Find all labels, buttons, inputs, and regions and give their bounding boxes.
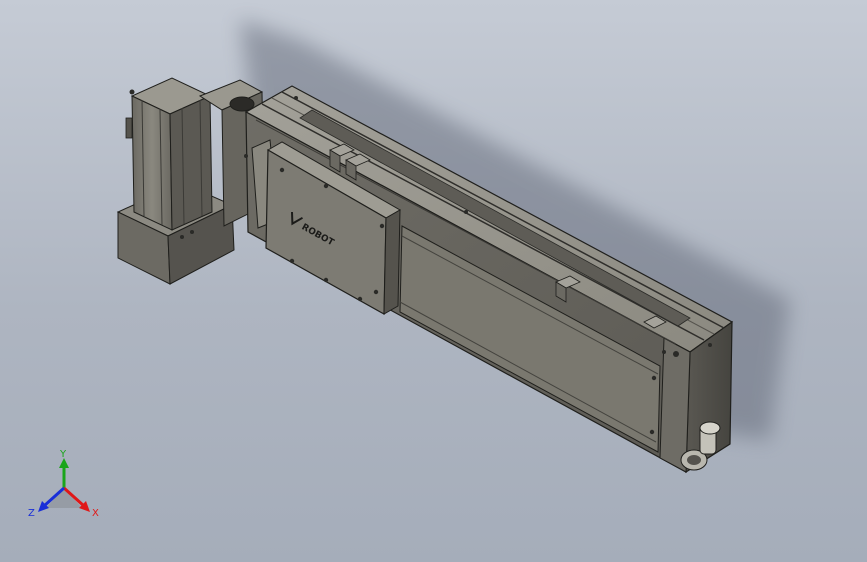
z-axis-label: Z [28,508,35,519]
x-axis-label: X [92,508,99,519]
servo-motor[interactable] [116,77,265,285]
y-axis-label: Y [59,449,67,460]
cad-viewport[interactable]: ROBOT [0,0,867,562]
y-axis-arrow [59,458,69,488]
view-orientation-triad[interactable]: Y X Z [26,448,106,524]
